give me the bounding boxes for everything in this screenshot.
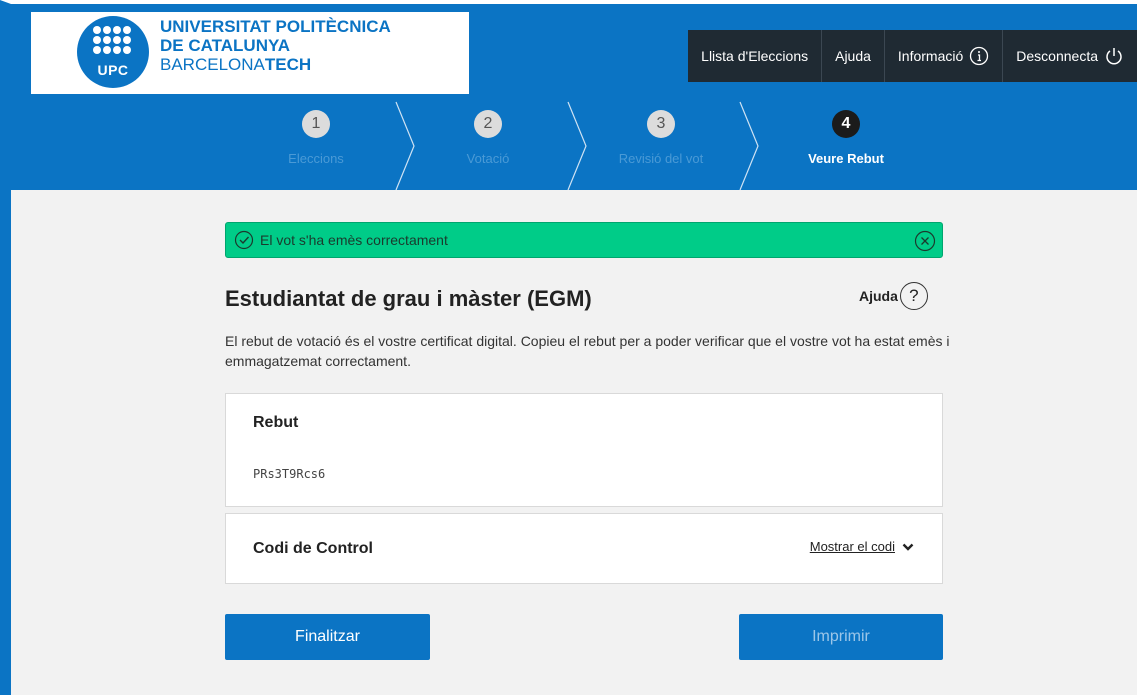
receipt-code: PRs3T9Rcs6 xyxy=(253,467,326,481)
receipt-card: Rebut PRs3T9Rcs6 xyxy=(225,393,943,507)
show-code-toggle[interactable]: Mostrar el codi xyxy=(810,539,914,554)
nav-elections-label: Llista d'Eleccions xyxy=(701,48,809,64)
step-3-number: 3 xyxy=(647,110,675,138)
info-icon xyxy=(969,46,989,66)
step-1-number: 1 xyxy=(302,110,330,138)
question-icon: ? xyxy=(899,282,928,310)
logo-dots-icon xyxy=(93,26,131,58)
logo-emblem: UPC xyxy=(77,16,149,88)
finish-button[interactable]: Finalitzar xyxy=(225,614,430,660)
logo-line-2: DE CATALUNYA xyxy=(160,36,291,55)
show-code-label: Mostrar el codi xyxy=(809,539,895,554)
control-code-title: Codi de Control xyxy=(253,540,373,557)
close-icon[interactable] xyxy=(914,230,936,255)
step-2-number: 2 xyxy=(474,110,502,138)
top-nav: Llista d'Eleccions Ajuda Informació Desc… xyxy=(688,30,1137,82)
nav-info-label: Informació xyxy=(897,48,964,64)
step-4: 4 Veure Rebut xyxy=(771,96,921,166)
step-2: 2 Votació xyxy=(413,96,563,166)
control-code-card: Codi de Control Mostrar el codi xyxy=(225,513,943,584)
step-divider-chevron xyxy=(739,101,759,191)
receipt-title: Rebut xyxy=(253,414,299,431)
page-description: El rebut de votació és el vostre certifi… xyxy=(225,333,950,369)
help-label: Ajuda xyxy=(859,288,898,304)
nav-logout-label: Desconnecta xyxy=(1016,48,1098,64)
nav-logout[interactable]: Desconnecta xyxy=(1002,30,1137,82)
logo-line-3: BARCELONATECH xyxy=(160,55,391,74)
wizard-steps: 1 Eleccions 2 Votació 3 Revisió del vot … xyxy=(11,96,1137,191)
nav-help-label: Ajuda xyxy=(835,48,871,64)
step-1-label: Eleccions xyxy=(288,151,344,166)
help-link[interactable]: Ajuda ? xyxy=(859,282,928,310)
step-4-number: 4 xyxy=(832,110,860,138)
nav-info[interactable]: Informació xyxy=(883,30,1003,82)
upc-logo[interactable]: UPC UNIVERSITAT POLITÈCNICA DE CATALUNYA… xyxy=(31,12,469,94)
nav-elections-list[interactable]: Llista d'Eleccions xyxy=(688,30,822,82)
step-2-label: Votació xyxy=(466,151,510,166)
logo-line-3-prefix: BARCELONA xyxy=(160,55,265,74)
logo-text: UNIVERSITAT POLITÈCNICA DE CATALUNYA BAR… xyxy=(160,17,391,74)
nav-help[interactable]: Ajuda xyxy=(821,30,884,82)
logo-line-1: UNIVERSITAT POLITÈCNICA xyxy=(160,17,391,36)
chevron-down-icon xyxy=(902,543,914,551)
power-icon xyxy=(1104,46,1124,66)
page-title: Estudiantat de grau i màster (EGM) xyxy=(225,286,592,311)
main-content: El vot s'ha emès correctament Estudianta… xyxy=(11,190,1137,695)
step-3-label: Revisió del vot xyxy=(618,151,704,166)
header: UPC UNIVERSITAT POLITÈCNICA DE CATALUNYA… xyxy=(11,4,1137,191)
success-alert: El vot s'ha emès correctament xyxy=(225,222,943,258)
print-button[interactable]: Imprimir xyxy=(739,614,943,660)
check-circle-icon xyxy=(234,230,254,250)
step-3: 3 Revisió del vot xyxy=(586,96,736,166)
step-1: 1 Eleccions xyxy=(241,96,391,166)
logo-line-3-bold: TECH xyxy=(264,55,312,74)
step-4-label: Veure Rebut xyxy=(808,151,884,166)
logo-abbr: UPC xyxy=(97,62,129,78)
alert-message: El vot s'ha emès correctament xyxy=(260,232,448,248)
